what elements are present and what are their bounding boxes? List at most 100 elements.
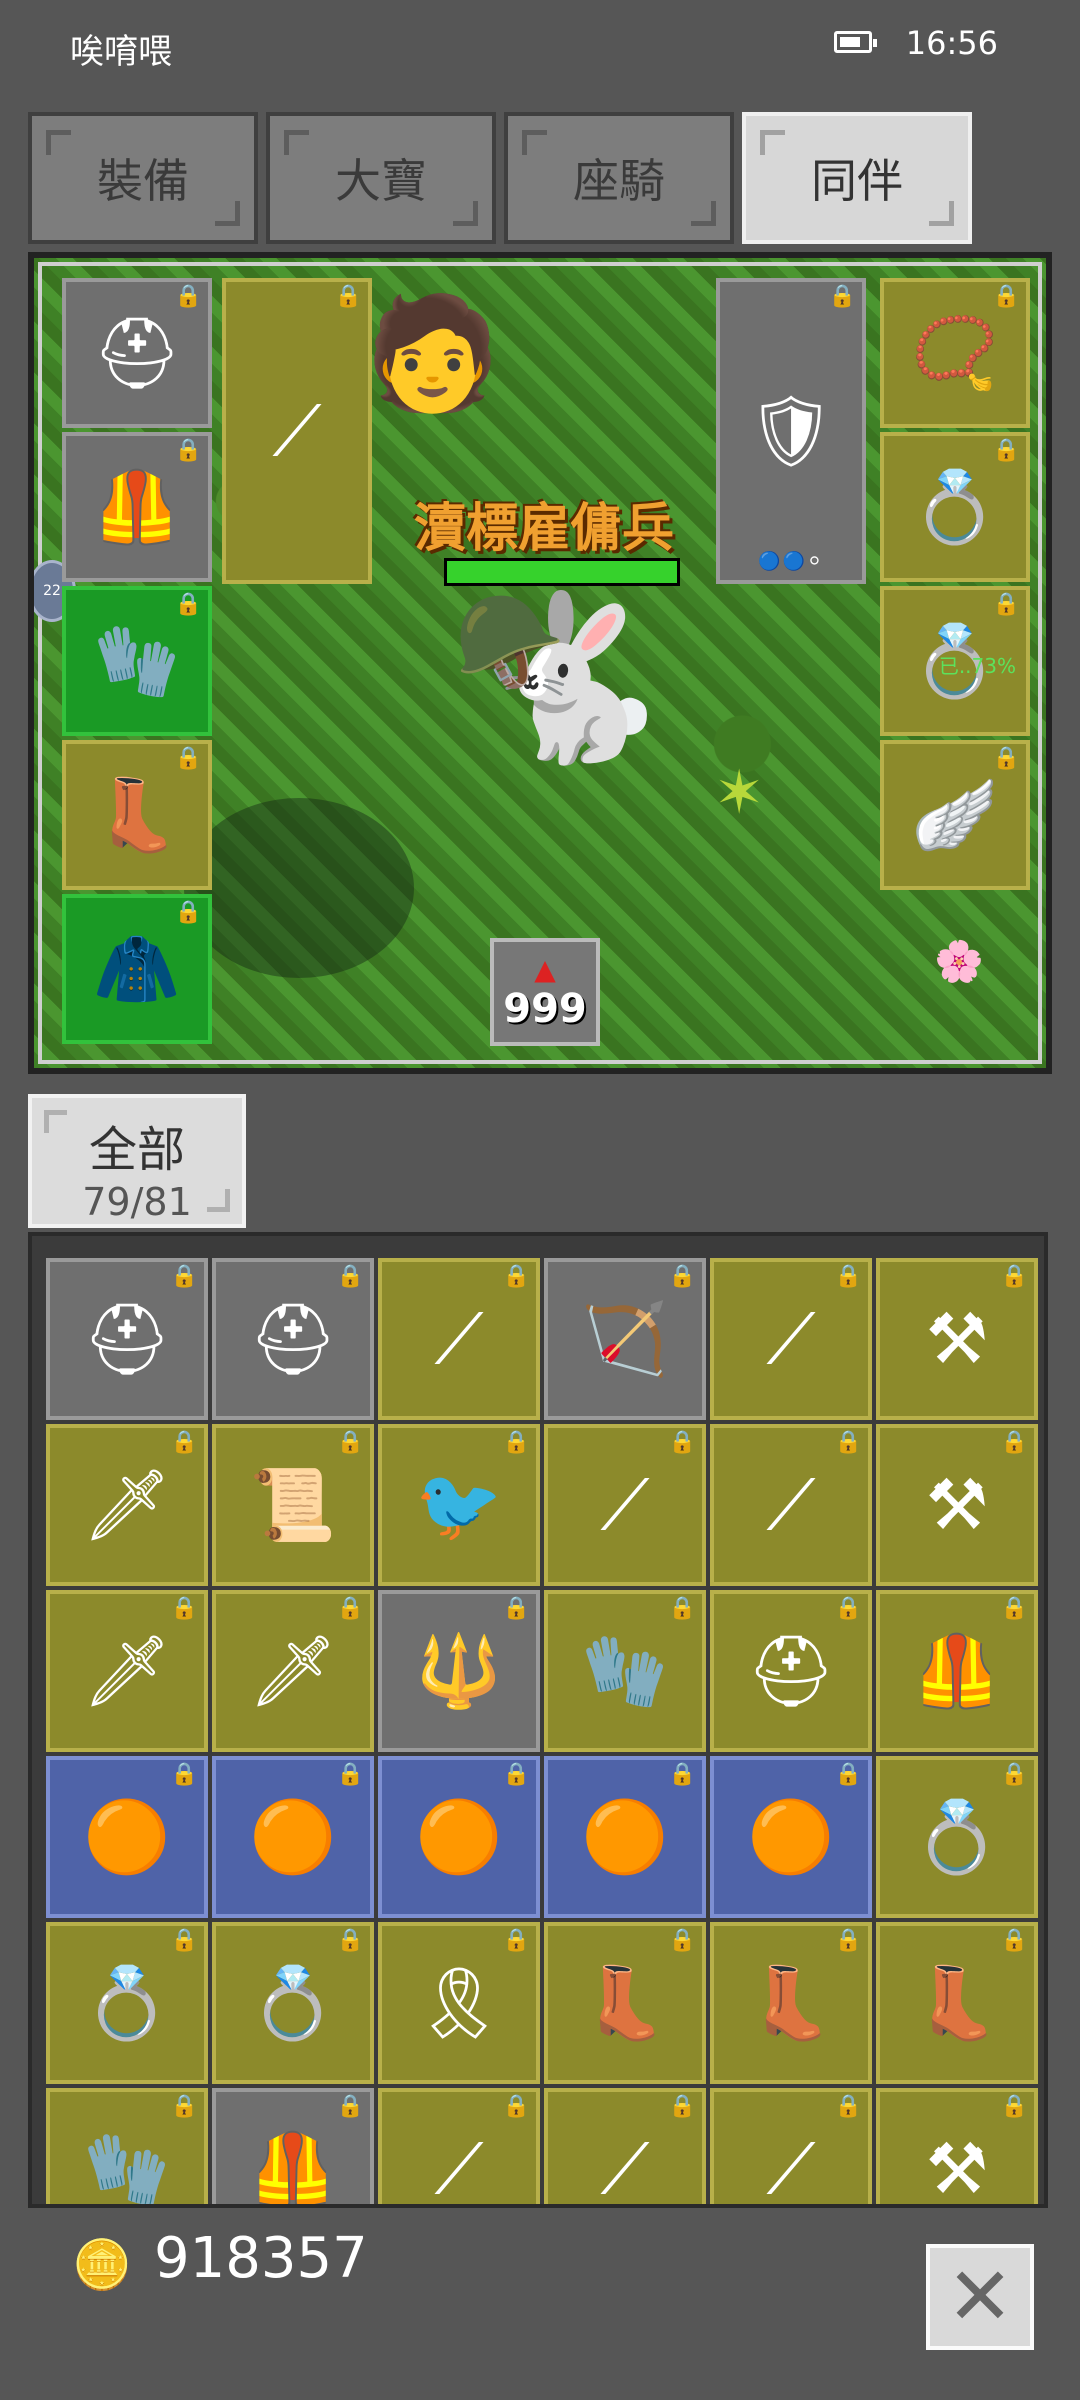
hp-bar	[444, 558, 680, 586]
lock-icon: 🔒	[174, 438, 202, 463]
inventory-slot[interactable]: ⛑ 🔒	[212, 1258, 374, 1420]
potion-icon: ▲	[534, 952, 556, 986]
lock-icon: 🔒	[336, 1928, 364, 1953]
lock-icon: 🔒	[170, 1430, 198, 1455]
close-icon: ✕	[946, 2250, 1014, 2343]
hammer-icon: ⚒	[925, 2128, 989, 2208]
inventory-slot[interactable]: 📜 🔒	[212, 1424, 374, 1586]
inventory-slot[interactable]: 🟠 🔒	[544, 1756, 706, 1918]
inventory-slot[interactable]: ⟋ 🔒	[710, 1424, 872, 1586]
lock-icon: 🔒	[336, 1762, 364, 1787]
lock-icon: 🔒	[992, 284, 1020, 309]
inventory-slot[interactable]: ⚒ 🔒	[876, 1258, 1038, 1420]
equip-slot-cape[interactable]: 🧥 🔒	[62, 894, 212, 1044]
inventory-slot[interactable]: ⟋ 🔒	[544, 1424, 706, 1586]
bird-icon: 🐦	[415, 1464, 503, 1546]
inventory-slot[interactable]: 🗡 🔒	[46, 1590, 208, 1752]
inventory-slot[interactable]: 🔱 🔒	[378, 1590, 540, 1752]
lock-icon: 🔒	[174, 900, 202, 925]
inventory-slot[interactable]: 👢 🔒	[876, 1922, 1038, 2084]
battery-icon	[834, 31, 877, 53]
inventory-slot[interactable]: ⟋ 🔒	[544, 2088, 706, 2208]
inventory-slot[interactable]: ⟋ 🔒	[378, 2088, 540, 2204]
inventory-filter-all[interactable]: 全部 79/81	[28, 1094, 246, 1228]
tab-treasure[interactable]: 大寶	[266, 112, 496, 244]
inventory-slot[interactable]: 💍 🔒	[212, 1922, 374, 2084]
dagger-icon: 🗡	[82, 1464, 172, 1546]
hammer-icon: ⚒	[925, 1298, 989, 1380]
spear-icon: ⟋	[272, 390, 322, 472]
tab-mount[interactable]: 座騎	[504, 112, 734, 244]
ring-blue-icon: 💍	[83, 1962, 171, 2044]
lock-icon: 🔒	[174, 592, 202, 617]
gold-amount: 918357	[154, 2226, 368, 2291]
lock-icon: 🔒	[834, 2094, 862, 2119]
inventory-slot[interactable]: 🦺 🔒	[876, 1590, 1038, 1752]
bow-icon: 🏹	[581, 1298, 669, 1380]
equip-slot-gloves[interactable]: 🧤 🔒	[62, 586, 212, 736]
equip-slot-ring-1[interactable]: 💍 🔒	[880, 432, 1030, 582]
equip-slot-shield[interactable]: 🛡 🔒 🔵🔵⚪	[716, 278, 866, 584]
equip-slot-wings[interactable]: 🪽 🔒	[880, 740, 1030, 890]
inventory-slot[interactable]: 🗡 🔒	[46, 1424, 208, 1586]
ring-purple-icon: 💍	[911, 466, 999, 548]
inventory-slot[interactable]: 🏹 🔒	[544, 1258, 706, 1420]
shield-icon: 🛡	[746, 390, 836, 472]
gem-sockets-icon: 🔵🔵⚪	[758, 551, 824, 572]
inventory-slot[interactable]: ⛑ 🔒	[710, 1590, 872, 1752]
equip-slot-armor[interactable]: 🦺 🔒	[62, 432, 212, 582]
dagger-icon: 🗡	[248, 1630, 338, 1712]
inventory-slot[interactable]: ⚒ 🔒	[876, 2088, 1038, 2208]
gloves-icon: 🧤	[93, 620, 181, 702]
inventory-slot[interactable]: 💍 🔒	[46, 1922, 208, 2084]
orb-icon: 🟠	[581, 1796, 669, 1878]
inventory-slot[interactable]: ⛑ 🔒	[46, 1258, 208, 1420]
inventory-slot[interactable]: 🧤 🔒	[544, 1590, 706, 1752]
inventory-slot[interactable]: ⟋ 🔒	[378, 1258, 540, 1420]
tab-equipment[interactable]: 裝備	[28, 112, 258, 244]
inventory-slot[interactable]: 🦺 🔒	[212, 2088, 374, 2204]
lock-icon: 🔒	[502, 1928, 530, 1953]
inventory-slot[interactable]: 👢 🔒	[544, 1922, 706, 2084]
spear-icon: ⟋	[766, 1464, 816, 1546]
tab-bar: 裝備 大寶 座騎 同伴	[28, 112, 1058, 244]
armor-icon: 🦺	[913, 1630, 1001, 1712]
trident-icon: 🔱	[415, 1630, 503, 1712]
knight-rider-sprite: 🪖	[454, 590, 567, 695]
tab-companion[interactable]: 同伴	[742, 112, 972, 244]
status-bar: 唉唷喂 16:56	[0, 0, 1080, 90]
lock-icon: 🔒	[1000, 1762, 1028, 1787]
lock-icon: 🔒	[668, 1596, 696, 1621]
tree-shadow	[184, 798, 414, 978]
inventory-panel[interactable]: ⛑ 🔒 ⛑ 🔒 ⟋ 🔒 🏹 🔒 ⟋ 🔒 ⚒ 🔒 🗡 🔒 📜 🔒 🐦 🔒 ⟋ 🔒 ⟋ 🔒 ⚒ 🔒 🗡 🔒 🗡 🔒 🔱 🔒 🧤 🔒 ⛑ 🔒 🦺 🔒 🟠 🔒 🟠 🔒…	[28, 1232, 1048, 2208]
equip-slot-boots[interactable]: 👢 🔒	[62, 740, 212, 890]
inventory-slot[interactable]: ⚒ 🔒	[876, 1424, 1038, 1586]
lock-icon: 🔒	[170, 2094, 198, 2119]
inventory-grid: ⛑ 🔒 ⛑ 🔒 ⟋ 🔒 🏹 🔒 ⟋ 🔒 ⚒ 🔒 🗡 🔒 📜 🔒 🐦 🔒 ⟋ 🔒 ⟋ 🔒 ⚒ 🔒 🗡 🔒 🗡 🔒 🔱 🔒 🧤 🔒 ⛑ 🔒 🦺 🔒 🟠 🔒 🟠 🔒…	[46, 1258, 1038, 2208]
close-button[interactable]: ✕	[926, 2244, 1034, 2350]
inventory-slot[interactable]: 💍 🔒	[876, 1756, 1038, 1918]
lock-icon: 🔒	[336, 1596, 364, 1621]
inventory-slot[interactable]: 🧤 🔒	[46, 2088, 208, 2204]
character-scene: 22 ⛑ 🔒 🦺 🔒 🧤 🔒 👢 🔒 🧥 🔒 ⟋ 🔒 🛡 🔒 🔵🔵⚪ 📿 🔒 💍 🔒 💍 🔒 🪽 🔒 …	[28, 252, 1052, 1074]
inventory-slot[interactable]: ⟋ 🔒	[710, 1258, 872, 1420]
armor-icon: 🦺	[93, 466, 181, 548]
inventory-slot[interactable]: 👢 🔒	[710, 1922, 872, 2084]
spear-icon: ⟋	[600, 2128, 650, 2208]
inventory-slot[interactable]: 🟠 🔒	[46, 1756, 208, 1918]
inventory-slot[interactable]: 🟠 🔒	[378, 1756, 540, 1918]
boots-icon: 👢	[747, 1962, 835, 2044]
equip-slot-weapon[interactable]: ⟋ 🔒	[222, 278, 372, 584]
inventory-slot[interactable]: 🎗 🔒	[378, 1922, 540, 2084]
lock-icon: 🔒	[502, 2094, 530, 2119]
equip-slot-necklace[interactable]: 📿 🔒	[880, 278, 1030, 428]
inventory-slot[interactable]: 🟠 🔒	[212, 1756, 374, 1918]
equip-slot-helmet[interactable]: ⛑ 🔒	[62, 278, 212, 428]
ring-blue-icon: 💍	[249, 1962, 337, 2044]
clock: 16:56	[905, 24, 998, 62]
inventory-slot[interactable]: ⟋ 🔒	[710, 2088, 872, 2204]
inventory-slot[interactable]: 🐦 🔒	[378, 1424, 540, 1586]
inventory-slot[interactable]: 🗡 🔒	[212, 1590, 374, 1752]
inventory-slot[interactable]: 🟠 🔒	[710, 1756, 872, 1918]
potion-counter[interactable]: ▲ 999	[490, 938, 600, 1046]
